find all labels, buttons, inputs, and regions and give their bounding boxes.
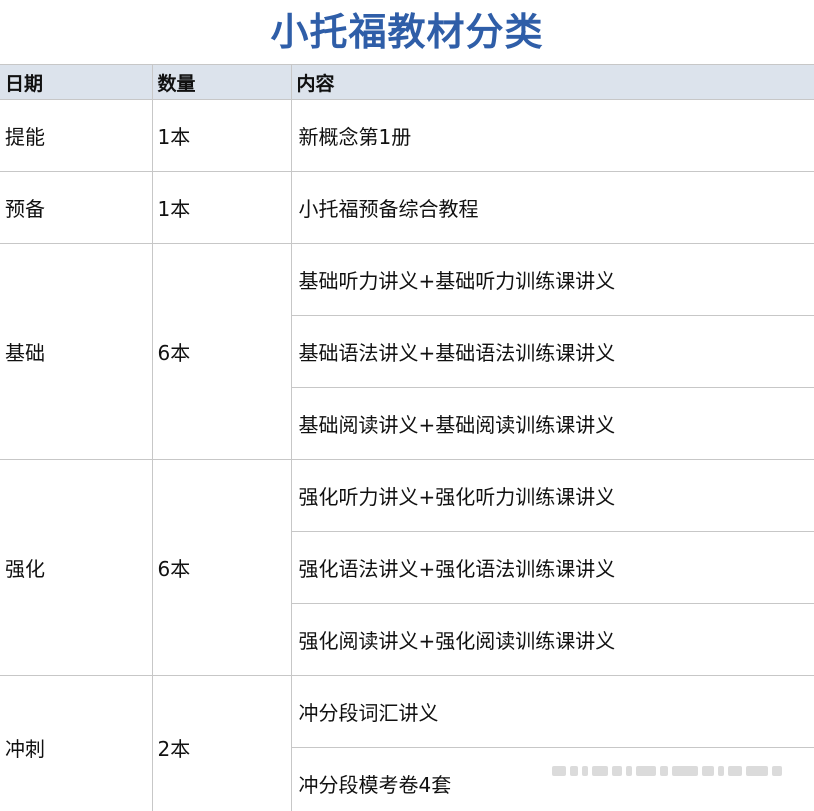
count-cell: 1本 — [151, 171, 292, 244]
table-header-row: 日期 数量 内容 — [0, 64, 814, 100]
header-content: 内容 — [290, 64, 814, 100]
content-cell: 小托福预备综合教程 — [290, 171, 814, 244]
stage-cell: 冲刺 — [0, 675, 153, 811]
stage-cell: 提能 — [0, 99, 153, 172]
table-row: 冲刺 2本 冲分段词汇讲义 — [0, 675, 814, 811]
table-row: 提能 1本 新概念第1册 — [0, 99, 814, 172]
content-cell: 冲分段词汇讲义 — [290, 675, 814, 748]
content-cell: 基础听力讲义+基础听力训练课讲义 — [290, 243, 814, 316]
count-cell: 6本 — [151, 243, 292, 460]
stage-cell: 基础 — [0, 243, 153, 460]
stage-cell: 预备 — [0, 171, 153, 244]
content-cell: 新概念第1册 — [290, 99, 814, 172]
count-cell: 6本 — [151, 459, 292, 676]
content-cell: 基础阅读讲义+基础阅读训练课讲义 — [291, 387, 814, 460]
document-page: 小托福教材分类 日期 数量 内容 提能 1本 新概念第1册 预备 1本 小托福预… — [0, 0, 814, 811]
header-date: 日期 — [0, 64, 153, 100]
page-title: 小托福教材分类 — [270, 10, 544, 54]
textbook-table: 日期 数量 内容 提能 1本 新概念第1册 预备 1本 小托福预备综合教程 基础… — [0, 64, 814, 811]
table-row: 基础 6本 基础听力讲义+基础听力训练课讲义 — [0, 243, 814, 460]
content-cell: 强化听力讲义+强化听力训练课讲义 — [290, 459, 814, 532]
content-cell: 强化语法讲义+强化语法训练课讲义 — [291, 531, 814, 604]
header-count: 数量 — [151, 64, 292, 100]
table-row: 预备 1本 小托福预备综合教程 — [0, 171, 814, 244]
content-cell: 强化阅读讲义+强化阅读训练课讲义 — [291, 603, 814, 676]
count-cell: 1本 — [151, 99, 292, 172]
count-cell: 2本 — [151, 675, 292, 811]
watermark — [552, 762, 792, 780]
stage-cell: 强化 — [0, 459, 153, 676]
content-cell: 基础语法讲义+基础语法训练课讲义 — [291, 315, 814, 388]
table-row: 强化 6本 强化听力讲义+强化听力训练课讲义 — [0, 459, 814, 676]
